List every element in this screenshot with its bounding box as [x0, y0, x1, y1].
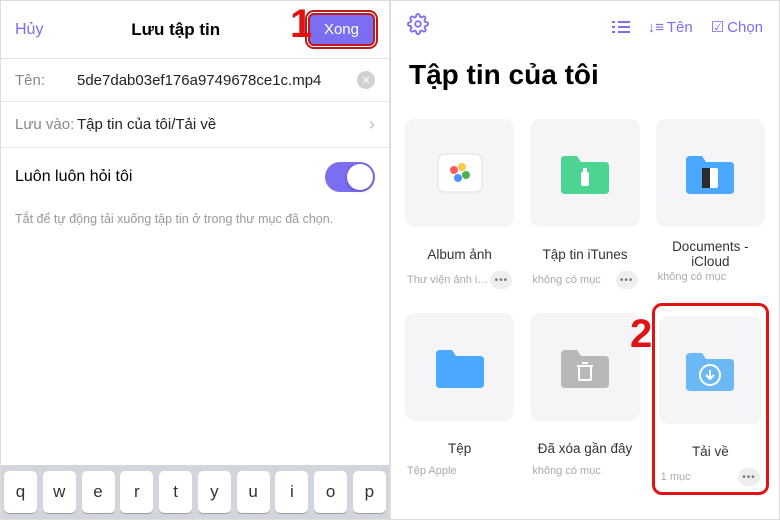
folder-subtitle: Tệp Apple	[407, 465, 457, 477]
folder-tile-2[interactable]: Documents - iCloudkhông có mục	[652, 109, 769, 295]
folder-icon	[659, 316, 762, 424]
select-button[interactable]: ☑Chọn	[711, 18, 763, 36]
folder-icon	[530, 119, 639, 227]
folder-subtitle: không có mục	[658, 271, 726, 283]
page-title: Lưu tập tin	[131, 20, 220, 40]
folder-tile-0[interactable]: Album ảnh Thư viện ảnh i…•••	[401, 109, 518, 295]
key-e[interactable]: e	[82, 471, 115, 513]
save-to-label: Lưu vào:	[15, 116, 77, 133]
gear-icon[interactable]	[407, 13, 429, 41]
my-files-title: Tập tin của tôi	[391, 53, 779, 109]
folder-subtitle: 1 mục	[661, 471, 691, 483]
filename-input[interactable]: 5de7dab03ef176a9749678ce1c.mp4	[77, 72, 357, 89]
folder-name: Album ảnh	[427, 237, 492, 271]
folder-tile-3[interactable]: TệpTệp Apple	[401, 303, 518, 495]
always-ask-label: Luôn luôn hỏi tôi	[15, 168, 132, 186]
hint-text: Tắt để tự động tải xuống tập tin ở trong…	[1, 206, 389, 244]
folder-subtitle: không có mục	[532, 465, 600, 477]
folder-subtitle: Thư viện ảnh i…	[407, 274, 488, 286]
folder-tile-4[interactable]: Đã xóa gần đâykhông có mục	[526, 303, 643, 495]
key-y[interactable]: y	[198, 471, 231, 513]
folder-name: Tệp	[448, 431, 471, 465]
folder-name: Tải về	[692, 434, 729, 468]
more-icon[interactable]: •••	[490, 271, 512, 289]
key-q[interactable]: q	[4, 471, 37, 513]
folder-icon	[405, 313, 514, 421]
keyboard-row: qwertyuiop	[1, 465, 389, 519]
folder-subtitle: không có mục	[532, 274, 600, 286]
folder-name: Tập tin iTunes	[542, 237, 627, 271]
key-t[interactable]: t	[159, 471, 192, 513]
chevron-right-icon: ›	[369, 114, 375, 135]
always-ask-toggle[interactable]	[325, 162, 375, 192]
key-o[interactable]: o	[314, 471, 347, 513]
clear-icon[interactable]: ✕	[357, 71, 375, 89]
key-u[interactable]: u	[237, 471, 270, 513]
done-button[interactable]: Xong	[308, 13, 375, 46]
key-w[interactable]: w	[43, 471, 76, 513]
folder-name: Đã xóa gần đây	[538, 431, 633, 465]
key-r[interactable]: r	[120, 471, 153, 513]
view-list-icon[interactable]	[612, 20, 630, 34]
folder-tile-1[interactable]: Tập tin iTunes không có mục •••	[526, 109, 643, 295]
save-location-row[interactable]: Lưu vào: Tập tin của tôi/Tải về ›	[1, 102, 389, 148]
folder-icon	[530, 313, 639, 421]
cancel-button[interactable]: Hủy	[15, 21, 43, 39]
key-i[interactable]: i	[275, 471, 308, 513]
folder-name: Documents - iCloud	[656, 237, 765, 271]
key-p[interactable]: p	[353, 471, 386, 513]
folder-icon	[405, 119, 514, 227]
folder-icon	[656, 119, 765, 227]
more-icon[interactable]: •••	[738, 468, 760, 486]
more-icon[interactable]: •••	[616, 271, 638, 289]
folder-tile-5[interactable]: Tải về1 mục •••	[652, 303, 769, 495]
filename-label: Tên:	[15, 72, 77, 89]
sort-button[interactable]: ↓≡Tên	[648, 19, 693, 36]
save-to-value: Tập tin của tôi/Tải về	[77, 116, 369, 133]
